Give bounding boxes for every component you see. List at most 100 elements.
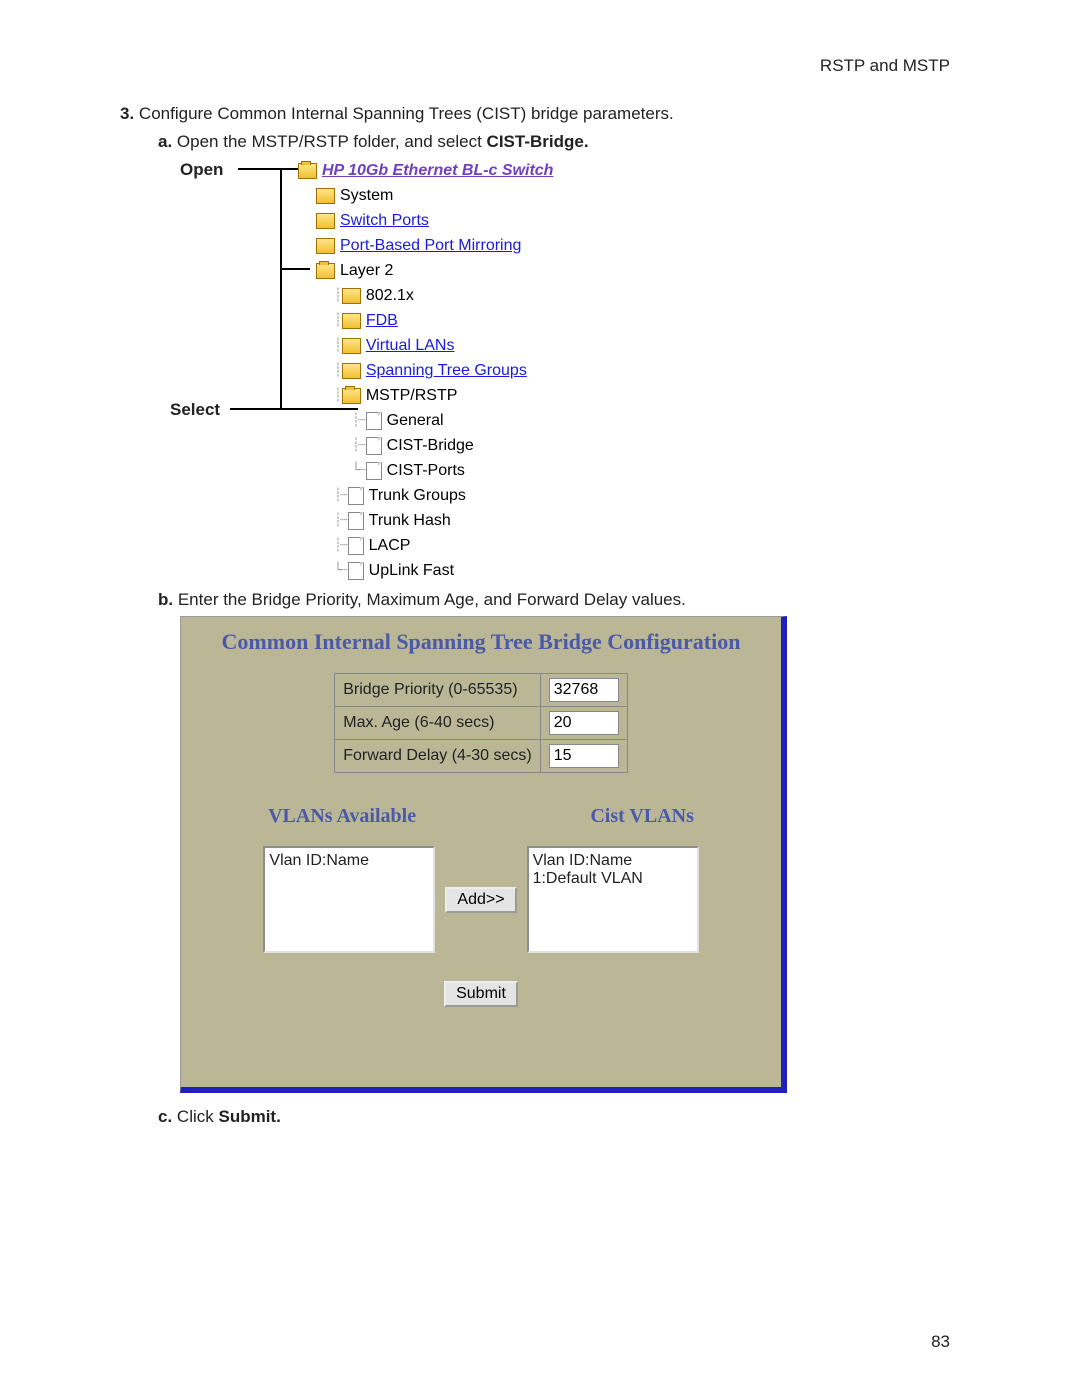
tree-dots: ┊	[334, 308, 340, 333]
folder-icon	[316, 188, 335, 204]
tree-label: Spanning Tree Groups	[366, 358, 527, 383]
step-3-text: Configure Common Internal Spanning Trees…	[139, 104, 674, 123]
tree-general[interactable]: ┊┈ General	[352, 408, 553, 433]
tree-label: 802.1x	[366, 283, 414, 308]
folder-icon	[342, 363, 361, 379]
open-label: Open	[180, 160, 223, 180]
list-item: Vlan ID:Name	[269, 852, 429, 870]
tree-switch-ports[interactable]: Switch Ports	[316, 208, 553, 233]
list-item: Vlan ID:Name	[533, 852, 693, 870]
section-header: RSTP and MSTP	[820, 56, 950, 76]
tree-trunk-groups[interactable]: ┊┈ Trunk Groups	[334, 483, 553, 508]
cist-vlans-list[interactable]: Vlan ID:Name 1:Default VLAN	[527, 846, 699, 953]
submit-button[interactable]: Submit	[444, 981, 518, 1007]
tree-label: General	[387, 408, 444, 433]
page-number: 83	[931, 1332, 950, 1352]
step-3c-bold: Submit.	[218, 1107, 280, 1126]
fwd-delay-label: Forward Delay (4-30 secs)	[335, 740, 541, 773]
tree-root-label: HP 10Gb Ethernet BL-c Switch	[322, 158, 553, 183]
doc-icon	[348, 537, 364, 555]
add-button[interactable]: Add>>	[445, 887, 516, 913]
doc-icon	[348, 512, 364, 530]
fwd-delay-input[interactable]	[549, 744, 619, 768]
param-table: Bridge Priority (0-65535) Max. Age (6-40…	[334, 673, 628, 773]
tree-dots: ┊┈	[352, 408, 364, 433]
folder-open-icon	[298, 163, 317, 179]
tree-dots: ┊	[334, 358, 340, 383]
vlans-available-header: VLANs Available	[268, 805, 416, 828]
step-3c-text: Click	[177, 1107, 219, 1126]
folder-icon	[316, 238, 335, 254]
step-3-num: 3.	[120, 104, 134, 123]
open-arrow	[238, 168, 298, 170]
doc-icon	[366, 412, 382, 430]
folder-icon	[342, 313, 361, 329]
tree-dots: ┊┈	[334, 483, 346, 508]
tree-label: Trunk Groups	[369, 483, 466, 508]
callout-vline	[280, 168, 282, 408]
tree-label: MSTP/RSTP	[366, 383, 458, 408]
tree-stg[interactable]: ┊ Spanning Tree Groups	[334, 358, 553, 383]
step-3: 3. Configure Common Internal Spanning Tr…	[120, 104, 950, 124]
vlans-available-list[interactable]: Vlan ID:Name	[263, 846, 435, 953]
tree-label: Virtual LANs	[366, 333, 455, 358]
tree-label: Port-Based Port Mirroring	[340, 233, 521, 258]
max-age-label: Max. Age (6-40 secs)	[335, 707, 541, 740]
step-3b: b. Enter the Bridge Priority, Maximum Ag…	[158, 590, 950, 610]
doc-icon	[348, 487, 364, 505]
tree-label: LACP	[369, 533, 411, 558]
tree-label: CIST-Bridge	[387, 433, 474, 458]
tree-layer2[interactable]: Layer 2	[316, 258, 553, 283]
tree-lacp[interactable]: ┊┈ LACP	[334, 533, 553, 558]
tree-dots: ┊	[334, 333, 340, 358]
step-3a: a. Open the MSTP/RSTP folder, and select…	[158, 132, 950, 152]
step-3c-label: c.	[158, 1107, 172, 1126]
tree-fdb[interactable]: ┊ FDB	[334, 308, 553, 333]
max-age-input[interactable]	[549, 711, 619, 735]
tree-label: UpLink Fast	[369, 558, 454, 583]
bridge-priority-label: Bridge Priority (0-65535)	[335, 674, 541, 707]
tree-label: CIST-Ports	[387, 458, 465, 483]
step-3a-text: Open the MSTP/RSTP folder, and select	[177, 132, 487, 151]
select-label: Select	[170, 400, 220, 420]
tree-label: Trunk Hash	[369, 508, 451, 533]
tree-system[interactable]: System	[316, 183, 553, 208]
tree-label: Layer 2	[340, 258, 393, 283]
tree-mstp[interactable]: ┊ MSTP/RSTP	[334, 383, 553, 408]
cist-vlans-header: Cist VLANs	[590, 805, 694, 828]
tree-dots: └┈	[352, 458, 364, 483]
tree-dots: ┊	[334, 283, 340, 308]
list-item: 1:Default VLAN	[533, 870, 693, 888]
tree-dots: ┊┈	[334, 508, 346, 533]
folder-open-icon	[342, 388, 361, 404]
tree-label: FDB	[366, 308, 398, 333]
tree-uplink[interactable]: └┈ UpLink Fast	[334, 558, 553, 583]
tree-label: Switch Ports	[340, 208, 429, 233]
step-3c: c. Click Submit.	[158, 1107, 950, 1127]
tree-dots: ┊┈	[334, 533, 346, 558]
doc-icon	[366, 462, 382, 480]
tree-cist-ports[interactable]: └┈ CIST-Ports	[352, 458, 553, 483]
tree-dots: ┊	[334, 383, 340, 408]
doc-icon	[366, 437, 382, 455]
tree-root[interactable]: HP 10Gb Ethernet BL-c Switch	[298, 158, 553, 183]
tree-trunk-hash[interactable]: ┊┈ Trunk Hash	[334, 508, 553, 533]
tree-diagram: Open Select HP 10Gb Ethernet BL-c Switch…	[180, 158, 740, 578]
step-3b-text: Enter the Bridge Priority, Maximum Age, …	[178, 590, 686, 609]
tree-dots: ┊┈	[352, 433, 364, 458]
folder-open-icon	[316, 263, 335, 279]
tree-port-mirror[interactable]: Port-Based Port Mirroring	[316, 233, 553, 258]
bridge-priority-input[interactable]	[549, 678, 619, 702]
tree-8021x[interactable]: ┊ 802.1x	[334, 283, 553, 308]
step-3a-label: a.	[158, 132, 172, 151]
tree-cist-bridge[interactable]: ┊┈ CIST-Bridge	[352, 433, 553, 458]
folder-icon	[342, 288, 361, 304]
folder-icon	[316, 213, 335, 229]
step-3b-label: b.	[158, 590, 173, 609]
form-title: Common Internal Spanning Tree Bridge Con…	[181, 617, 781, 673]
cist-form-panel: Common Internal Spanning Tree Bridge Con…	[180, 616, 787, 1093]
tree-dots: └┈	[334, 558, 346, 583]
folder-icon	[342, 338, 361, 354]
tree-vlans[interactable]: ┊ Virtual LANs	[334, 333, 553, 358]
tree-label: System	[340, 183, 393, 208]
